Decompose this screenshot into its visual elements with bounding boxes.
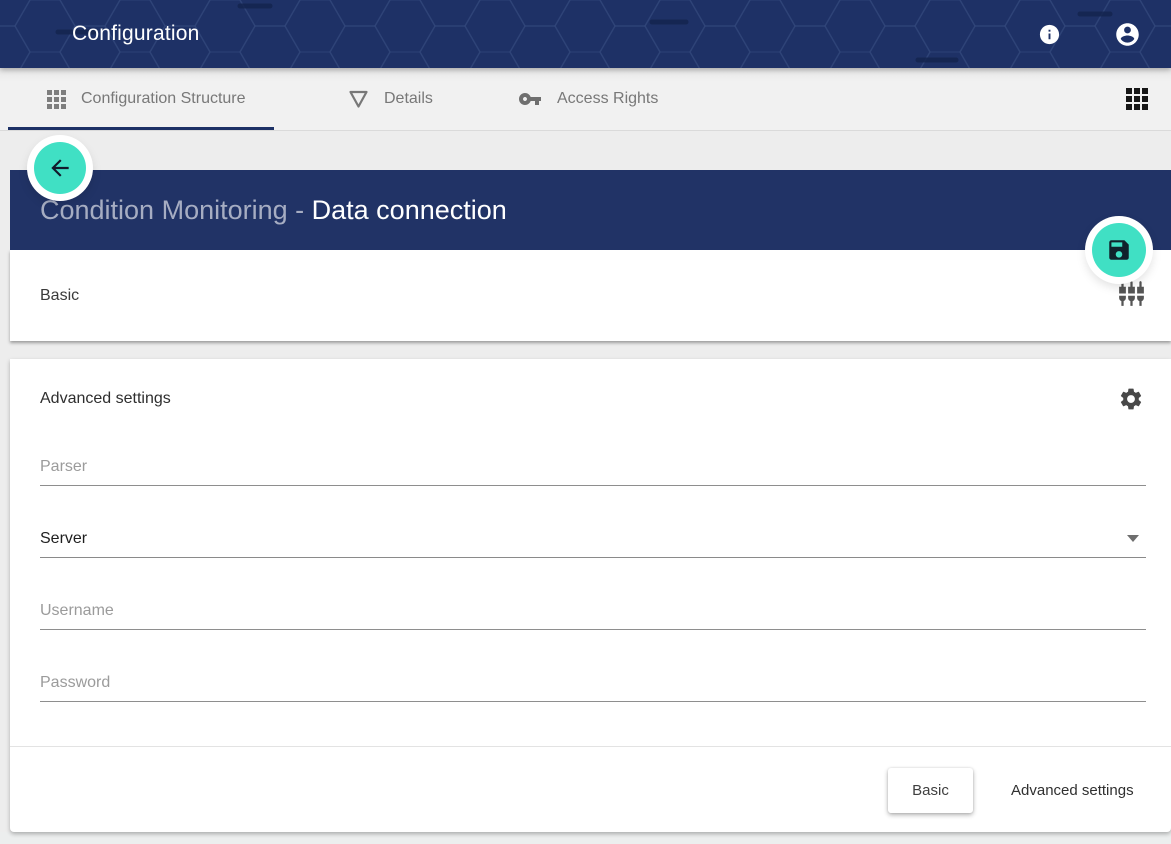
configuration-page: Configuration Configuration Structure [0, 0, 1171, 844]
key-icon [518, 87, 542, 111]
username-input[interactable] [40, 598, 1146, 630]
apps-grid-icon [47, 90, 66, 109]
tab-label: Access Rights [557, 90, 658, 108]
spacer-band [0, 131, 1171, 170]
info-icon[interactable] [1029, 14, 1069, 54]
page-title-name: Data connection [312, 195, 507, 226]
save-icon [1106, 237, 1132, 263]
gear-icon[interactable] [1118, 386, 1144, 417]
page-title: Condition Monitoring - Data connection [40, 170, 507, 250]
page-title-context: Condition Monitoring - [40, 195, 312, 226]
advanced-settings-button[interactable]: Advanced settings [995, 768, 1150, 813]
account-icon[interactable] [1107, 14, 1147, 54]
tab-configuration-structure[interactable]: Configuration Structure [47, 68, 246, 130]
advanced-settings-title: Advanced settings [40, 390, 171, 408]
basic-section[interactable]: Basic [10, 250, 1171, 341]
tab-access-rights[interactable]: Access Rights [518, 68, 658, 130]
card-footer: Basic Advanced settings [10, 747, 1171, 832]
chevron-down-icon [1127, 535, 1139, 542]
basic-view-button[interactable]: Basic [888, 768, 973, 813]
advanced-settings-card: Advanced settings Server Basic Advanced … [10, 359, 1171, 832]
back-button[interactable] [34, 142, 86, 194]
app-bar: Configuration [0, 0, 1171, 68]
apps-grid-icon-dark[interactable] [1126, 68, 1148, 130]
parser-input[interactable] [40, 454, 1146, 486]
page-background [0, 832, 1171, 844]
tab-details[interactable]: Details [348, 68, 433, 130]
arrow-left-icon [47, 155, 73, 181]
server-select-value: Server [40, 526, 1146, 558]
app-title: Configuration [72, 0, 200, 68]
tab-label: Details [384, 90, 433, 108]
filter-icon [348, 90, 369, 109]
tab-bar: Configuration Structure Details Access R… [0, 68, 1171, 131]
tab-label: Configuration Structure [81, 90, 246, 108]
page-header: Condition Monitoring - Data connection [10, 170, 1171, 250]
server-select[interactable]: Server [40, 526, 1146, 558]
active-tab-indicator [8, 127, 274, 130]
basic-section-label: Basic [40, 250, 79, 341]
save-button[interactable] [1092, 223, 1146, 277]
input-component-icon[interactable] [1118, 280, 1145, 312]
password-input[interactable] [40, 670, 1146, 702]
